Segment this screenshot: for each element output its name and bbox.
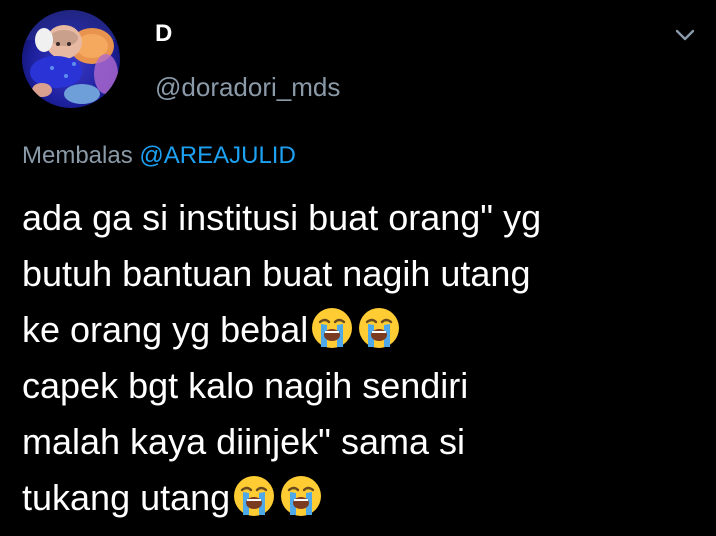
- tweet-line: malah kaya diinjek" sama si: [22, 421, 465, 462]
- display-name[interactable]: D: [155, 18, 172, 50]
- reply-prefix: Membalas: [22, 142, 133, 169]
- reply-context: Membalas @AREAJULID: [22, 140, 296, 172]
- tweet-text: ada ga si institusi buat orang" yg butuh…: [22, 190, 702, 526]
- tweet-line: capek bgt kalo nagih sendiri: [22, 365, 469, 406]
- loudly-crying-face-emoji-icon: [359, 308, 400, 348]
- avatar-photo-icon: [22, 10, 120, 108]
- loudly-crying-face-emoji-icon: [234, 476, 275, 516]
- tweet-card: D @doradori_mds Membalas @AREAJULID ada …: [0, 0, 716, 536]
- loudly-crying-face-emoji-icon: [312, 308, 353, 348]
- tweet-line: tukang utang: [22, 470, 702, 526]
- tweet-line: ke orang yg bebal: [22, 302, 702, 358]
- tweet-line: ada ga si institusi buat orang" yg: [22, 197, 542, 238]
- loudly-crying-face-emoji-icon: [281, 476, 322, 516]
- avatar[interactable]: [22, 10, 120, 108]
- tweet-line: butuh bantuan buat nagih utang: [22, 253, 531, 294]
- chevron-down-icon: [675, 29, 695, 41]
- reply-mention-link[interactable]: @AREAJULID: [139, 142, 295, 169]
- more-options-button[interactable]: [670, 22, 700, 48]
- user-handle[interactable]: @doradori_mds: [155, 70, 340, 104]
